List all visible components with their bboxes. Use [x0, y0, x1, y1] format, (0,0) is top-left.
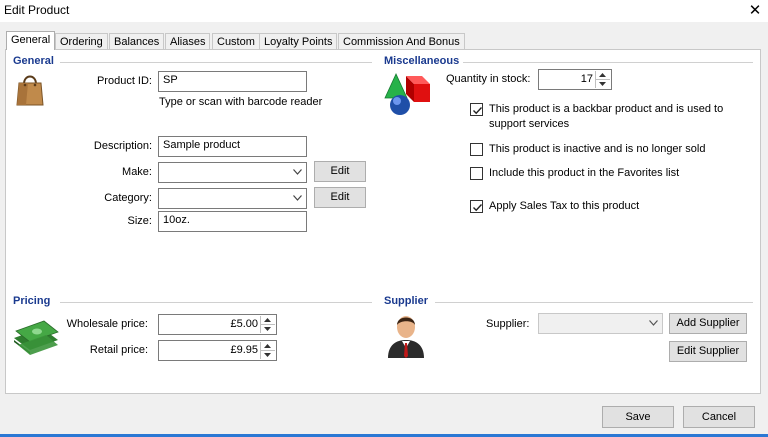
- wholesale-price-stepper[interactable]: £5.00: [158, 314, 277, 335]
- tab-loyalty-points[interactable]: Loyalty Points: [259, 33, 338, 50]
- chevron-down-icon: [599, 82, 606, 86]
- supplier-divider: [435, 302, 753, 303]
- checkmark-icon: [473, 107, 483, 115]
- close-icon[interactable]: ✕: [744, 0, 766, 22]
- shapes-icon: [384, 73, 430, 115]
- general-divider: [60, 62, 372, 63]
- chevron-down-icon: [293, 169, 302, 175]
- size-label: Size:: [127, 215, 152, 227]
- tab-custom[interactable]: Custom: [212, 33, 260, 50]
- inactive-checkbox[interactable]: [470, 143, 483, 156]
- chevron-down-icon: [264, 327, 271, 331]
- product-id-hint: Type or scan with barcode reader: [159, 96, 323, 108]
- make-dropdown[interactable]: [158, 162, 307, 183]
- wholesale-price-stepper-arrows[interactable]: [260, 316, 275, 333]
- tab-aliases[interactable]: Aliases: [165, 33, 211, 50]
- wholesale-price-label: Wholesale price:: [66, 318, 148, 330]
- sales-tax-checkbox-label: Apply Sales Tax to this product: [489, 200, 640, 212]
- save-button[interactable]: Save: [602, 406, 674, 428]
- description-label: Description:: [93, 140, 152, 152]
- size-input[interactable]: 10oz.: [158, 211, 307, 232]
- quantity-stepper-arrows[interactable]: [595, 71, 610, 88]
- edit-supplier-button[interactable]: Edit Supplier: [669, 341, 747, 362]
- tab-commission-and-bonus[interactable]: Commission And Bonus: [338, 33, 465, 50]
- category-edit-button[interactable]: Edit: [314, 187, 366, 208]
- product-id-input[interactable]: SP: [158, 71, 307, 92]
- add-supplier-button[interactable]: Add Supplier: [669, 313, 747, 334]
- chevron-up-icon: [264, 344, 271, 348]
- supplier-label: Supplier:: [486, 318, 530, 330]
- backbar-checkbox-label-line2: support services: [489, 118, 570, 130]
- description-input[interactable]: Sample product: [158, 136, 307, 157]
- general-heading: General: [13, 55, 58, 67]
- favorites-checkbox[interactable]: [470, 167, 483, 180]
- checkmark-icon: [473, 204, 483, 212]
- backbar-checkbox-label-line1: This product is a backbar product and is…: [489, 103, 724, 115]
- inactive-checkbox-label: This product is inactive and is no longe…: [489, 143, 706, 155]
- tab-balances[interactable]: Balances: [109, 33, 165, 50]
- money-stack-icon: [14, 320, 59, 355]
- sales-tax-checkbox[interactable]: [470, 200, 483, 213]
- tab-general[interactable]: General: [6, 31, 56, 50]
- quantity-value: 17: [580, 73, 593, 85]
- retail-price-stepper[interactable]: £9.95: [158, 340, 277, 361]
- supplier-heading: Supplier: [384, 295, 433, 307]
- make-label: Make:: [122, 166, 152, 178]
- title-bar: [0, 0, 768, 22]
- supplier-dropdown[interactable]: [538, 313, 663, 334]
- window-title: Edit Product: [4, 3, 70, 17]
- chevron-up-icon: [264, 318, 271, 322]
- quantity-label: Quantity in stock:: [446, 73, 531, 85]
- shopping-bag-icon: [16, 75, 44, 106]
- retail-price-stepper-arrows[interactable]: [260, 342, 275, 359]
- cancel-button[interactable]: Cancel: [683, 406, 755, 428]
- chevron-up-icon: [599, 73, 606, 77]
- chevron-down-icon: [264, 353, 271, 357]
- chevron-down-icon: [649, 320, 658, 326]
- quantity-stepper[interactable]: 17: [538, 69, 612, 90]
- person-icon: [388, 316, 424, 358]
- misc-divider: [462, 62, 753, 63]
- wholesale-price-value: £5.00: [230, 318, 258, 330]
- product-id-label: Product ID:: [96, 75, 152, 87]
- make-edit-button[interactable]: Edit: [314, 161, 366, 182]
- retail-price-value: £9.95: [230, 344, 258, 356]
- pricing-divider: [60, 302, 372, 303]
- backbar-checkbox[interactable]: [470, 103, 483, 116]
- misc-heading: Miscellaneous: [384, 55, 464, 67]
- chevron-down-icon: [293, 195, 302, 201]
- pricing-heading: Pricing: [13, 295, 55, 307]
- retail-price-label: Retail price:: [89, 344, 148, 356]
- category-dropdown[interactable]: [158, 188, 307, 209]
- favorites-checkbox-label: Include this product in the Favorites li…: [489, 167, 680, 179]
- category-label: Category:: [104, 192, 152, 204]
- tab-ordering[interactable]: Ordering: [55, 33, 108, 50]
